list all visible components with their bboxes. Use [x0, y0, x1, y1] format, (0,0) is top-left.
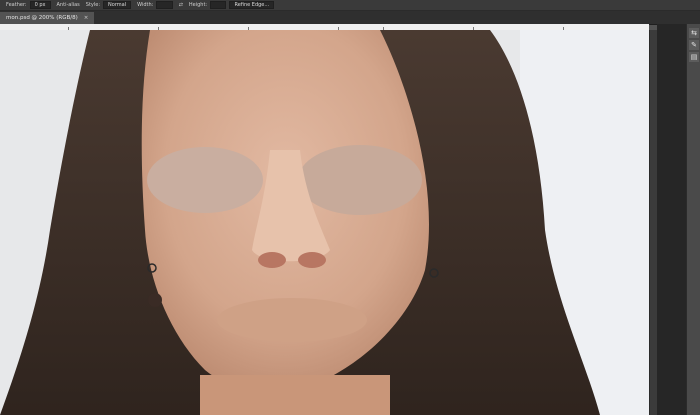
document-tab[interactable]: mon.psd @ 200% (RGB/8) ×	[0, 12, 95, 24]
layers-icon[interactable]: ▤	[689, 52, 699, 62]
close-icon[interactable]: ×	[84, 15, 89, 21]
swap-icon[interactable]: ⇄	[179, 2, 183, 8]
portrait-image	[0, 30, 649, 415]
style-select[interactable]: Normal	[103, 1, 132, 9]
style-label: Style:	[85, 2, 101, 8]
brush-icon[interactable]: ✎	[689, 40, 699, 50]
vertical-scrollbar[interactable]	[649, 30, 657, 415]
width-input[interactable]	[156, 1, 173, 9]
feather-input[interactable]: 0 px	[29, 1, 51, 9]
options-bar: Feather: 0 px Anti-alias Style: Normal W…	[0, 0, 700, 11]
swap-panels-icon[interactable]: ⇆	[689, 28, 699, 38]
feather-label: Feather:	[6, 2, 27, 8]
document-canvas[interactable]	[0, 30, 649, 415]
refine-edge-button[interactable]: Refine Edge...	[229, 1, 275, 9]
antialias-checkbox[interactable]: Anti-alias	[57, 2, 80, 8]
height-label: Height:	[188, 2, 208, 8]
panel-divider	[657, 24, 686, 415]
height-input[interactable]	[210, 1, 227, 9]
document-tab-title: mon.psd @ 200% (RGB/8)	[6, 15, 78, 21]
width-label: Width:	[137, 2, 154, 8]
document-tab-bar: mon.psd @ 200% (RGB/8) ×	[0, 11, 700, 25]
right-panel-dock: ⇆ ✎ ▤	[686, 24, 700, 415]
